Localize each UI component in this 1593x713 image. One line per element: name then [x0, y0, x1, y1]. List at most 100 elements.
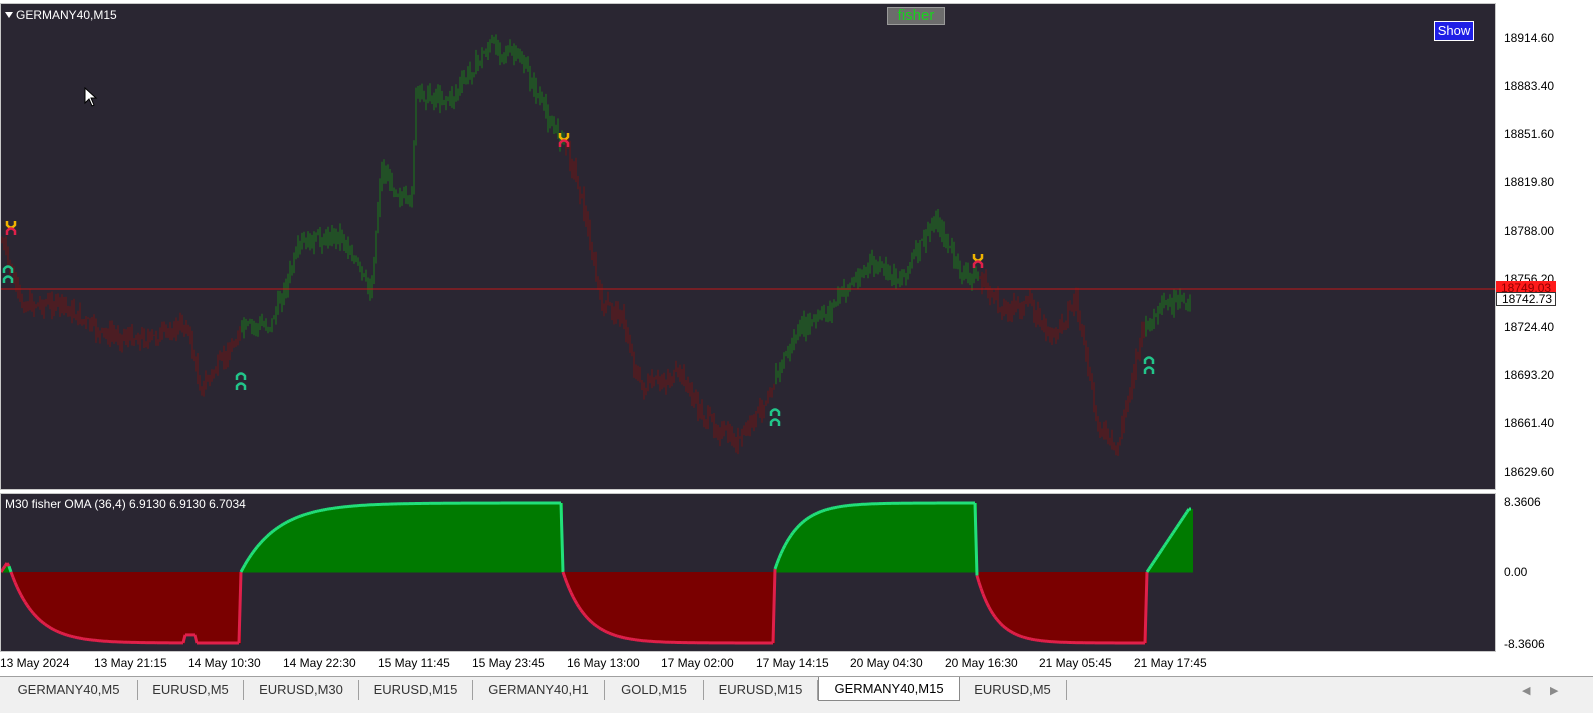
histogram-bar: [549, 503, 551, 572]
histogram-bar: [817, 513, 819, 572]
histogram-bar: [417, 504, 419, 573]
histogram-bar: [957, 503, 959, 572]
scroll-left-icon[interactable]: ◀: [1522, 684, 1530, 697]
histogram-bar: [43, 572, 45, 623]
signal-line-segment: [589, 620, 591, 622]
tab-germany40-m15[interactable]: GERMANY40,M15: [818, 677, 960, 701]
histogram-bar: [1137, 572, 1139, 643]
signal-line-segment: [795, 528, 797, 530]
indicator-panel[interactable]: M30 fisher OMA (36,4) 6.9130 6.9130 6.70…: [0, 493, 1496, 652]
signal-line-segment: [823, 510, 825, 511]
histogram-bar: [909, 503, 911, 572]
histogram-bar: [295, 518, 297, 572]
signal-line-segment: [615, 635, 617, 636]
signal-line-segment: [599, 628, 601, 629]
signal-line-segment: [273, 530, 275, 532]
signal-line-segment: [19, 591, 21, 595]
tab-eurusd-m5-2[interactable]: EURUSD,M5: [959, 680, 1067, 700]
histogram-bar: [71, 572, 73, 637]
histogram-bar: [503, 503, 505, 572]
tab-eurusd-m30[interactable]: EURUSD,M30: [244, 680, 359, 700]
tab-eurusd-m15[interactable]: EURUSD,M15: [359, 680, 473, 700]
histogram-bar: [847, 506, 849, 573]
histogram-bar: [757, 572, 759, 643]
histogram-bar: [891, 503, 893, 572]
tab-eurusd-m15-2[interactable]: EURUSD,M15: [704, 680, 818, 700]
histogram-bar: [615, 572, 617, 636]
signal-line-segment: [35, 615, 37, 617]
signal-line-segment: [267, 535, 269, 537]
tab-germany40-h1[interactable]: GERMANY40,H1: [473, 680, 605, 700]
histogram-bar: [1067, 572, 1069, 643]
sell-signal-icon: [974, 254, 982, 268]
histogram-bar: [111, 572, 113, 642]
histogram-bar: [345, 507, 347, 573]
signal-line-segment: [805, 519, 807, 520]
histogram-bar: [495, 503, 497, 572]
price-chart[interactable]: GERMANY40,M15 fisher Show: [0, 3, 1496, 490]
histogram-bar: [599, 572, 601, 628]
histogram-bar: [509, 503, 511, 572]
histogram-bar: [995, 572, 997, 617]
tab-germany40-m5[interactable]: GERMANY40,M5: [0, 680, 138, 700]
signal-line-segment: [183, 635, 185, 643]
signal-line-segment: [571, 593, 573, 597]
histogram-bar: [819, 512, 821, 572]
fisher-button[interactable]: fisher: [887, 7, 945, 25]
histogram-bar: [791, 535, 793, 572]
scroll-right-icon[interactable]: ▶: [1550, 684, 1558, 697]
histogram-bar: [47, 572, 49, 626]
signal-line-segment: [257, 545, 259, 547]
indicator-axis[interactable]: 8.3606 0.00 -8.3606: [1496, 493, 1593, 652]
histogram-bar: [637, 572, 639, 640]
signal-line-segment: [11, 572, 13, 577]
signal-line-segment: [983, 594, 985, 599]
price-tick-label: 18819.80: [1504, 175, 1554, 189]
histogram-bar: [73, 572, 75, 637]
histogram-bar: [205, 572, 207, 643]
collapse-triangle-icon[interactable]: [5, 12, 13, 18]
histogram-bar: [91, 572, 93, 640]
histogram-bar: [389, 504, 391, 572]
histogram-bar: [267, 536, 269, 572]
histogram-bar: [35, 572, 37, 616]
tab-eurusd-m5[interactable]: EURUSD,M5: [138, 680, 244, 700]
histogram-bar: [727, 572, 729, 643]
signal-line-segment: [773, 569, 775, 643]
signal-line-segment: [591, 622, 593, 624]
histogram-bar: [171, 572, 173, 643]
histogram-bar: [733, 572, 735, 643]
histogram-bar: [1051, 572, 1053, 642]
symbol-title[interactable]: GERMANY40,M15: [5, 8, 117, 22]
histogram-bar: [233, 572, 235, 643]
histogram-bar: [173, 572, 175, 643]
histogram-bar: [1125, 572, 1127, 643]
cursor-arrow-icon: [84, 87, 98, 107]
histogram-bar: [865, 504, 867, 572]
tab-gold-m15[interactable]: GOLD,M15: [605, 680, 704, 700]
time-label: 21 May 17:45: [1134, 656, 1207, 670]
histogram-bar: [627, 572, 629, 639]
histogram-bar: [1077, 572, 1079, 643]
signal-line-segment: [781, 549, 783, 553]
price-axis[interactable]: 18914.60 18883.40 18851.60 18819.80 1878…: [1496, 3, 1593, 490]
histogram-bar: [21, 572, 23, 595]
time-axis[interactable]: 13 May 2024 13 May 21:15 14 May 10:30 14…: [0, 652, 1496, 676]
signal-line-segment: [1177, 524, 1179, 527]
histogram-bar: [259, 545, 261, 573]
histogram-bar: [255, 550, 257, 573]
signal-line-segment: [311, 512, 313, 513]
histogram-bar: [1175, 530, 1177, 573]
signal-line-segment: [301, 515, 303, 516]
histogram-bar: [557, 503, 559, 572]
signal-line-segment: [315, 511, 317, 512]
histogram-bar: [649, 572, 651, 642]
histogram-bar: [53, 572, 55, 630]
show-button[interactable]: Show: [1434, 21, 1474, 41]
signal-line-segment: [821, 511, 823, 512]
histogram-bar: [927, 503, 929, 572]
histogram-bar: [437, 503, 439, 572]
histogram-bar: [837, 507, 839, 572]
signal-line-segment: [281, 524, 283, 525]
histogram-bar: [593, 572, 595, 624]
